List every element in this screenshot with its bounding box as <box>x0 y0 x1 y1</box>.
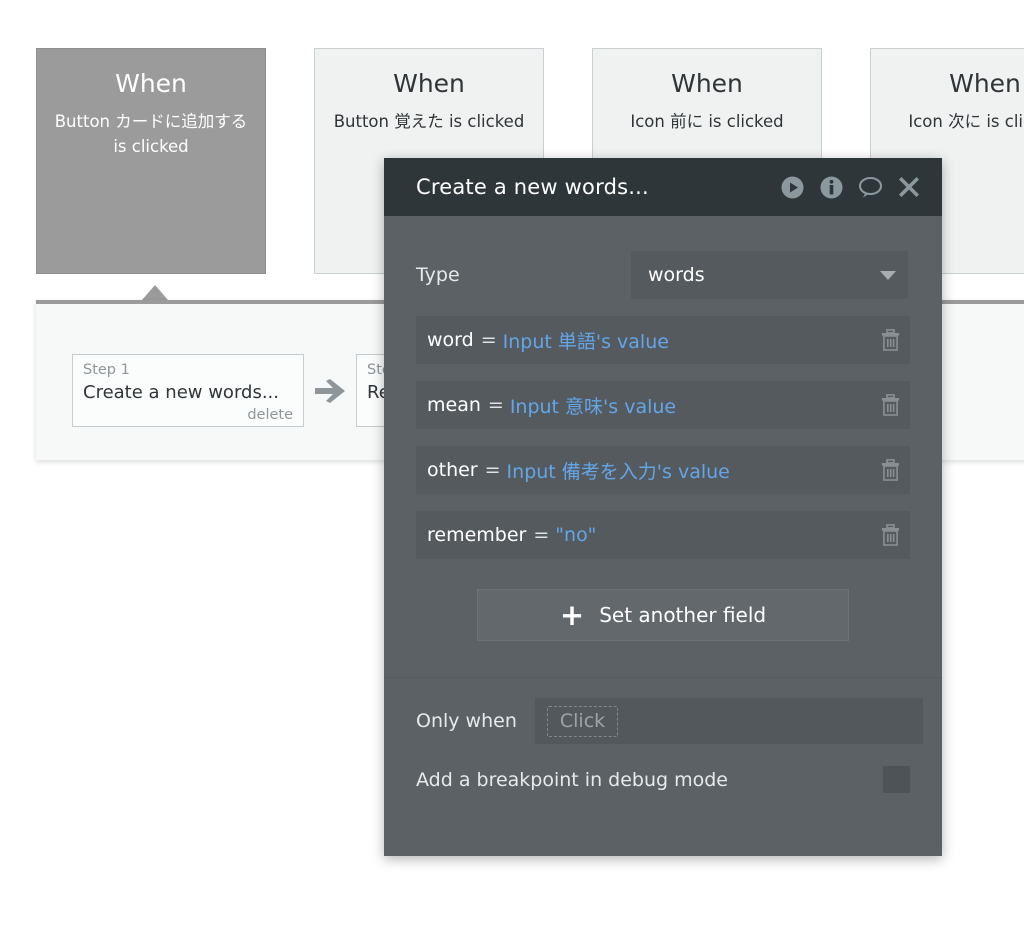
event-card-description: Button 覚えた is clicked <box>333 112 525 131</box>
dialog-title: Create a new words... <box>416 175 649 199</box>
breakpoint-label: Add a breakpoint in debug mode <box>416 768 728 791</box>
breakpoint-row: Add a breakpoint in debug mode <box>384 766 942 793</box>
dialog-divider <box>384 677 942 678</box>
chevron-down-icon <box>880 270 896 280</box>
type-select[interactable]: words <box>631 251 908 299</box>
field-equals: = <box>480 329 497 351</box>
step-delete-link[interactable]: delete <box>247 407 293 423</box>
info-icon[interactable] <box>818 174 844 200</box>
dialog-body: Type words word = Input 単語's value mean … <box>384 251 942 793</box>
field-value[interactable]: Input 備考を入力's value <box>507 457 870 484</box>
only-when-input[interactable]: Click <box>534 698 923 744</box>
workflow-pointer-caret <box>142 285 168 300</box>
event-card-description: Icon 次に is clicked <box>908 112 1024 131</box>
event-card-description: Button カードに追加する is clicked <box>54 112 248 156</box>
field-key: word <box>427 329 474 351</box>
field-row: mean = Input 意味's value <box>416 381 910 429</box>
trash-icon[interactable] <box>870 394 910 416</box>
trash-icon[interactable] <box>870 524 910 546</box>
only-when-label: Only when <box>416 710 517 732</box>
trash-icon[interactable] <box>870 459 910 481</box>
dialog-header: Create a new words... <box>384 158 942 216</box>
arrow-right-icon <box>304 378 356 404</box>
field-equals: = <box>533 524 550 546</box>
event-card-description: Icon 前に is clicked <box>630 112 784 131</box>
play-icon[interactable] <box>779 174 805 200</box>
comment-icon[interactable] <box>857 174 883 200</box>
close-icon[interactable] <box>896 174 922 200</box>
step-label: Step 1 <box>83 362 130 378</box>
event-card-0[interactable]: When Button カードに追加する is clicked <box>36 48 266 274</box>
event-card-when-label: When <box>949 69 1021 98</box>
event-card-when-label: When <box>671 69 743 98</box>
plus-icon: + <box>559 597 585 632</box>
field-key: other <box>427 459 478 481</box>
create-new-words-dialog: Create a new words... Type words word = … <box>384 158 942 856</box>
event-card-when-label: When <box>115 69 187 98</box>
field-value[interactable]: Input 単語's value <box>503 327 870 354</box>
workflow-step-1[interactable]: Step 1 Create a new words... delete <box>72 354 304 427</box>
field-key: mean <box>427 394 481 416</box>
field-row: remember = "no" <box>416 511 910 559</box>
field-row: word = Input 単語's value <box>416 316 910 364</box>
step-title: Create a new words... <box>83 382 279 403</box>
field-value[interactable]: Input 意味's value <box>510 392 870 419</box>
field-equals: = <box>487 394 504 416</box>
type-label: Type <box>416 264 460 286</box>
type-row: Type words <box>384 251 942 299</box>
type-select-value: words <box>648 264 705 286</box>
dialog-header-actions <box>779 174 922 200</box>
only-when-placeholder: Click <box>546 705 619 737</box>
field-key: remember <box>427 524 527 546</box>
field-row: other = Input 備考を入力's value <box>416 446 910 494</box>
only-when-row: Only when Click <box>384 698 942 744</box>
field-equals: = <box>484 459 501 481</box>
breakpoint-checkbox[interactable] <box>883 766 910 793</box>
event-card-when-label: When <box>393 69 465 98</box>
trash-icon[interactable] <box>870 329 910 351</box>
set-another-field-label: Set another field <box>599 603 767 627</box>
set-another-field-button[interactable]: + Set another field <box>477 589 849 641</box>
field-value[interactable]: "no" <box>555 524 870 546</box>
